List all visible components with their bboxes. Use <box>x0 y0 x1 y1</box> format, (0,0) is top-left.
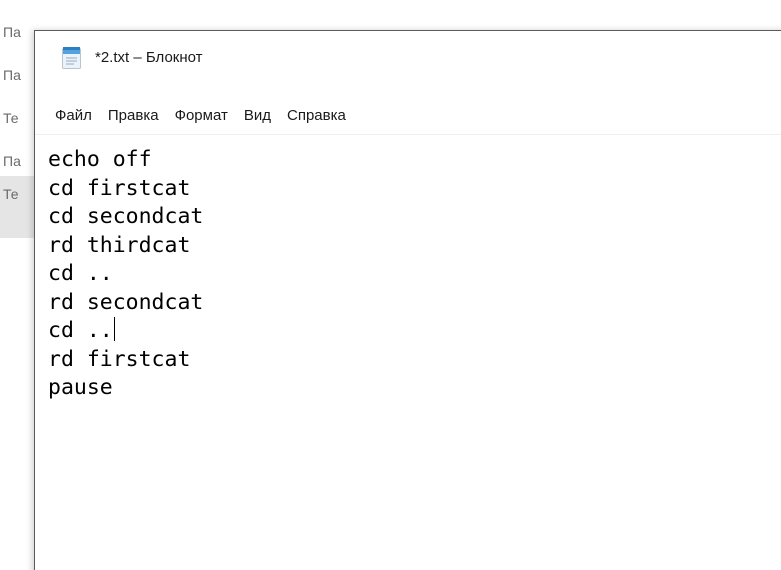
title-bar[interactable]: *2.txt – Блокнот <box>35 31 781 91</box>
background-list-item-selected[interactable]: Те <box>0 176 34 238</box>
text-line: cd secondcat <box>48 204 204 229</box>
notepad-icon[interactable] <box>61 45 83 69</box>
text-editor-area[interactable]: echo off cd firstcat cd secondcat rd thi… <box>37 136 781 570</box>
background-list-item[interactable]: Па <box>0 18 34 46</box>
menu-view[interactable]: Вид <box>236 104 279 127</box>
text-line: cd firstcat <box>48 175 191 201</box>
background-list-item[interactable]: Те <box>0 104 34 132</box>
window-title: *2.txt – Блокнот <box>95 49 203 66</box>
text-line: cd .. <box>48 261 113 286</box>
menu-bar: Файл Правка Формат Вид Справка <box>35 102 781 128</box>
text-line: rd firstcat <box>48 346 191 372</box>
desktop: Па Па Те Па Те *2.txt – Блокнот Файл Пра… <box>0 0 781 570</box>
background-list-item[interactable]: Па <box>0 61 34 89</box>
text-line: rd thirdcat <box>48 232 191 258</box>
menu-format[interactable]: Формат <box>167 104 236 127</box>
background-list-item[interactable]: Па <box>0 147 34 175</box>
menu-file[interactable]: Файл <box>47 104 100 127</box>
text-line: echo off <box>48 147 152 172</box>
text-line: cd .. <box>48 317 781 346</box>
notepad-window[interactable]: *2.txt – Блокнот Файл Правка Формат Вид … <box>34 30 781 570</box>
menu-edit[interactable]: Правка <box>100 104 167 127</box>
menu-help[interactable]: Справка <box>279 104 354 127</box>
text-line: rd secondcat <box>48 289 204 315</box>
text-caret <box>113 317 116 341</box>
menu-separator <box>35 134 781 135</box>
text-line: pause <box>48 375 113 400</box>
